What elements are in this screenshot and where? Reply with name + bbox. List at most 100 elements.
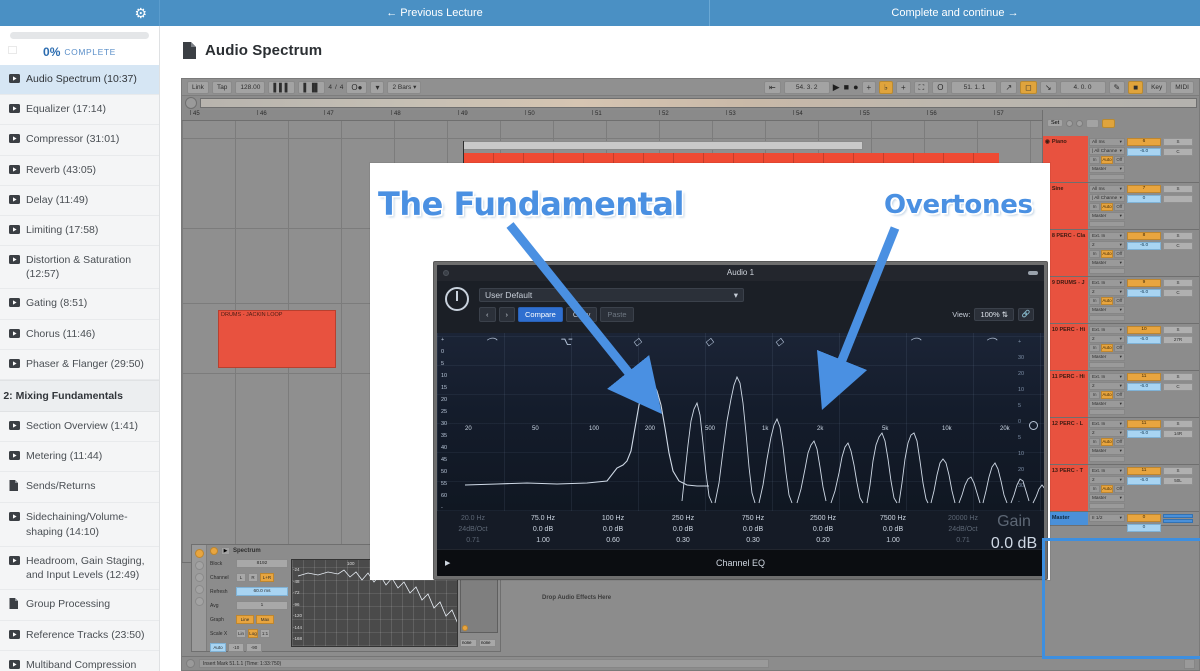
chevron-down-icon[interactable]: ▾	[1120, 383, 1122, 389]
sends-toggle-icon[interactable]	[1076, 120, 1083, 127]
monitor-mode-group[interactable]: InAutoOff	[1089, 485, 1125, 493]
input-type-select[interactable]: Ext. In▾	[1089, 232, 1125, 240]
mixer-channel-strip[interactable]: ◉13 PERC - TExt. In▾2▾InAutoOffMaster▾11…	[1043, 465, 1199, 512]
mixer-channel-strip[interactable]: ◉8 PERC - ClaExt. In▾2▾InAutoOffMaster▾8…	[1043, 230, 1199, 277]
eq-band-params-5[interactable]: 750 Hz0.0 dB0.30	[723, 515, 783, 544]
solo-button[interactable]: S	[1163, 279, 1193, 287]
output-select[interactable]: Master▾	[1089, 494, 1125, 502]
scale-row[interactable]: Scale X Lin Log 1:1	[210, 629, 288, 638]
volume-value[interactable]: -6.0	[1127, 430, 1161, 438]
pan-value[interactable]	[1163, 195, 1193, 203]
monitor-mode-group[interactable]: InAutoOff	[1089, 438, 1125, 446]
eq-band-q[interactable]: 1.00	[863, 537, 923, 544]
track-number[interactable]: 0	[1127, 514, 1161, 522]
channel-level-column[interactable]: 70	[1126, 183, 1162, 229]
input-type-select[interactable]: II 1/2▾	[1089, 514, 1125, 522]
monitor-off-button[interactable]: Off	[1114, 391, 1125, 399]
help-icon[interactable]	[186, 659, 195, 668]
eq-band-q[interactable]: 0.71	[443, 537, 503, 544]
output-select[interactable]: Master▾	[1089, 400, 1125, 408]
stop-icon[interactable]: ■	[844, 82, 849, 92]
audio-clip-drums[interactable]: DRUMS - JACKIN LOOP	[218, 310, 336, 368]
monitor-in-button[interactable]: In	[1089, 156, 1100, 164]
volume-value[interactable]: -6.0	[1127, 148, 1161, 156]
input-channel-select[interactable]: 2▾	[1089, 288, 1125, 296]
monitor-off-button[interactable]: Off	[1114, 438, 1125, 446]
eq-band-q[interactable]: 1.00	[513, 537, 573, 544]
auto-toggle[interactable]: Auto	[210, 643, 226, 652]
graph-opt-max[interactable]: Max	[256, 615, 274, 624]
chevron-down-icon[interactable]: ▾	[1120, 280, 1122, 286]
meter-numerator[interactable]: 4	[328, 84, 332, 91]
sidebar-lesson-item[interactable]: Delay (11:49)	[0, 186, 159, 216]
sidebar-lesson-item[interactable]: Headroom, Gain Staging, and Input Levels…	[0, 547, 159, 590]
routing-select-1[interactable]: none	[460, 639, 477, 647]
monitor-auto-button[interactable]: Auto	[1101, 391, 1112, 399]
input-channel-select[interactable]: 2▾	[1089, 382, 1125, 390]
output-channel-select[interactable]	[1089, 174, 1125, 180]
chevron-down-icon[interactable]: ▾	[1120, 139, 1122, 145]
paste-button[interactable]: Paste	[600, 307, 633, 322]
draw-mode-icon[interactable]: ✎	[1109, 81, 1126, 94]
auto-value-1[interactable]: -10	[228, 643, 244, 652]
eq-band-frequency[interactable]: 7500 Hz	[863, 515, 923, 522]
loop-length-field[interactable]: 4. 0. 0	[1060, 81, 1106, 94]
chevron-down-icon[interactable]: ▾	[1120, 260, 1122, 266]
input-type-select[interactable]: Ext. In▾	[1089, 420, 1125, 428]
channel-level-column[interactable]: 9-6.0	[1126, 277, 1162, 323]
volume-value[interactable]: -6.0	[1127, 383, 1161, 391]
channel-opt-r[interactable]: R	[248, 573, 258, 582]
loop-toggle-icon[interactable]: ◻	[1020, 81, 1037, 94]
input-channel-select[interactable]: | All Channe▾	[1089, 194, 1125, 202]
refresh-value[interactable]: 60.0 ms	[236, 587, 288, 596]
monitor-mode-group[interactable]: InAutoOff	[1089, 156, 1125, 164]
mixer-channel-strip[interactable]: ◉10 PERC - HiExt. In▾2▾InAutoOffMaster▾1…	[1043, 324, 1199, 371]
output-channel-select[interactable]	[1089, 268, 1125, 274]
channel-button-column[interactable]: S	[1162, 183, 1194, 229]
input-type-select[interactable]: Ext. In▾	[1089, 467, 1125, 475]
chevron-down-icon[interactable]: ▾	[1120, 242, 1122, 248]
volume-value[interactable]: -6.0	[1127, 336, 1161, 344]
solo-button[interactable]: S	[1163, 467, 1193, 475]
sidebar-lesson-item[interactable]: Section Overview (1:41)	[0, 412, 159, 442]
punch-in-icon[interactable]: ↗	[1000, 81, 1017, 94]
eq-band-gain[interactable]: 0.0 dB	[583, 526, 643, 533]
monitor-in-button[interactable]: In	[1089, 344, 1100, 352]
eq-band-gain[interactable]: 0.0 dB	[793, 526, 853, 533]
preset-buttons-row[interactable]: ‹ › Compare Copy Paste	[479, 307, 634, 322]
rail-btn-2-icon[interactable]	[195, 573, 204, 582]
channel-button-column[interactable]: S14R	[1162, 418, 1194, 464]
copy-button[interactable]: Copy	[566, 307, 598, 322]
eq-band-params-3[interactable]: 100 Hz0.0 dB0.60	[583, 515, 643, 544]
preset-prev-button[interactable]: ‹	[479, 307, 496, 322]
output-select[interactable]: Master▾	[1089, 212, 1125, 220]
complete-and-continue-button[interactable]: Complete and continue →	[710, 0, 1200, 26]
block-row[interactable]: Block 8192	[210, 559, 288, 568]
mixer-channel-strip[interactable]: ◉PianoAll Ins▾| All Channe▾InAutoOffMast…	[1043, 136, 1199, 183]
input-type-select[interactable]: Ext. In▾	[1089, 326, 1125, 334]
monitor-off-button[interactable]: Off	[1114, 344, 1125, 352]
eq-band-q[interactable]: 0.30	[723, 537, 783, 544]
input-type-select[interactable]: Ext. In▾	[1089, 279, 1125, 287]
record-arm-icon[interactable]	[1102, 119, 1115, 128]
channel-button-column[interactable]: SC	[1162, 371, 1194, 417]
scrub-knob[interactable]	[185, 97, 197, 109]
eq-band-frequency[interactable]: 250 Hz	[653, 515, 713, 522]
channel-level-column[interactable]: 00	[1126, 512, 1162, 525]
arrow-left-icon[interactable]: ⇤	[764, 81, 781, 94]
channel-io-column[interactable]: Ext. In▾2▾InAutoOffMaster▾	[1088, 324, 1126, 370]
monitor-mode-group[interactable]: InAutoOff	[1089, 391, 1125, 399]
pan-value[interactable]: C	[1163, 242, 1193, 250]
io-toggle-icon[interactable]	[1066, 120, 1073, 127]
eq-band-gain[interactable]: 0.0 dB	[653, 526, 713, 533]
monitor-in-button[interactable]: In	[1089, 297, 1100, 305]
channel-io-column[interactable]: Ext. In▾2▾InAutoOffMaster▾	[1088, 230, 1126, 276]
chevron-down-icon[interactable]: ▾	[370, 81, 384, 94]
volume-value[interactable]: -6.0	[1127, 289, 1161, 297]
channel-button-column[interactable]: SC	[1162, 277, 1194, 323]
pan-value[interactable]: 27R	[1163, 336, 1193, 344]
output-channel-select[interactable]	[1089, 409, 1125, 415]
channel-level-column[interactable]: 6-6.0	[1126, 136, 1162, 182]
mixer-channel-strip[interactable]: ◉SineAll Ins▾| All Channe▾InAutoOffMaste…	[1043, 183, 1199, 230]
monitor-auto-button[interactable]: Auto	[1101, 485, 1112, 493]
